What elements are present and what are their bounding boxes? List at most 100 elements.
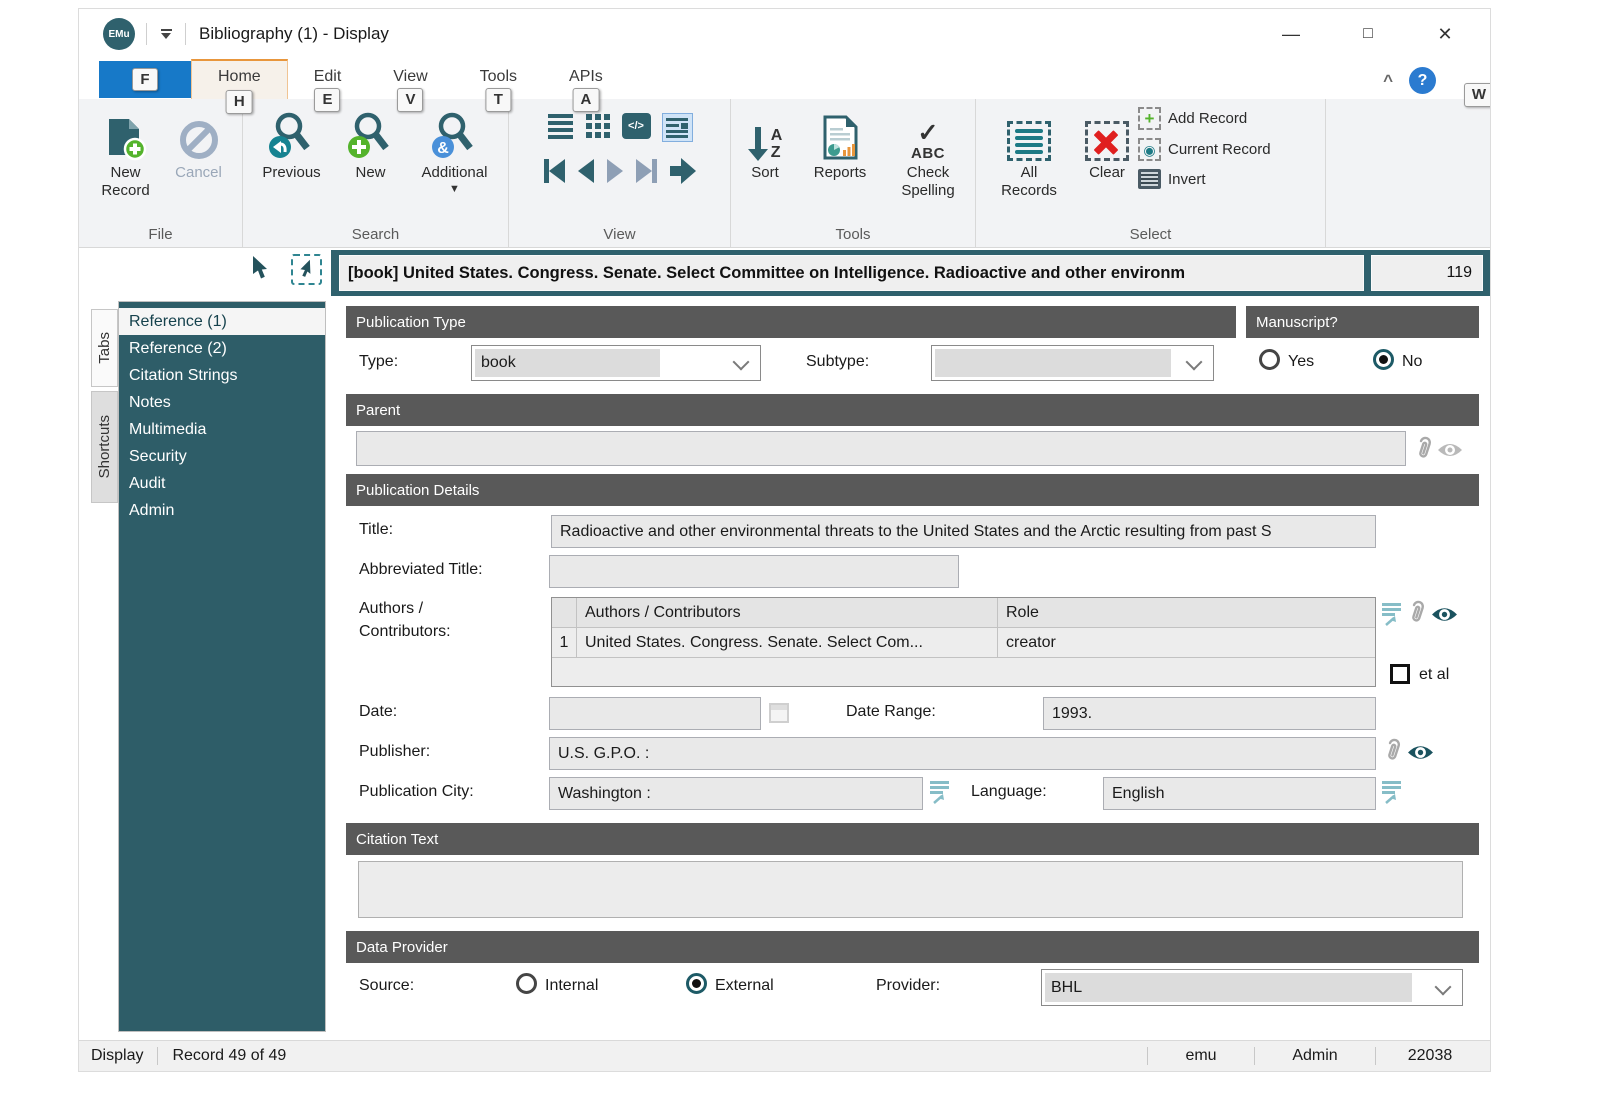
authors-table[interactable]: Authors / Contributors Role 1 United Sta… xyxy=(551,597,1376,687)
sidebar-item-security[interactable]: Security xyxy=(119,443,325,470)
tab-edit[interactable]: Edit E xyxy=(288,59,368,112)
sidebar-tab-tabs-label: Tabs xyxy=(96,332,113,364)
tab-file[interactable]: F xyxy=(99,61,191,98)
sidebar-item-multimedia[interactable]: Multimedia xyxy=(119,416,325,443)
previous-record-button[interactable] xyxy=(577,159,594,183)
role-cell: creator xyxy=(1006,633,1056,651)
sidebar-item-reference-2[interactable]: Reference (2) xyxy=(119,335,325,362)
publisher-view-icon[interactable] xyxy=(1407,743,1434,762)
city-fill-icon[interactable] xyxy=(929,779,951,805)
tab-tools-label: Tools xyxy=(479,68,518,85)
new-record-button[interactable]: New Record xyxy=(90,107,162,199)
previous-search-button[interactable]: Previous xyxy=(249,107,335,195)
collapse-ribbon-icon[interactable]: ^ xyxy=(1383,71,1393,91)
check-spelling-icon: ✓ ABC xyxy=(911,107,945,162)
tab-view[interactable]: View V xyxy=(367,59,453,112)
first-record-button[interactable] xyxy=(543,159,565,183)
sidebar-tab-shortcuts[interactable]: Shortcuts xyxy=(91,391,118,503)
keytip-tools: T xyxy=(485,88,511,112)
sidebar-item-audit[interactable]: Audit xyxy=(119,470,325,497)
date-input[interactable] xyxy=(549,697,761,730)
calendar-icon[interactable] xyxy=(769,703,789,723)
sidebar-tab-tabs[interactable]: Tabs xyxy=(91,309,118,387)
invert-label: Invert xyxy=(1168,170,1206,188)
additional-search-button[interactable]: & Additional ▼ xyxy=(407,107,503,195)
status-user: Admin xyxy=(1292,1047,1338,1064)
next-record-button[interactable] xyxy=(606,159,623,183)
cancel-button[interactable]: Cancel xyxy=(166,107,232,199)
tab-apis[interactable]: APIs A xyxy=(543,59,629,112)
publisher-attach-icon[interactable] xyxy=(1381,737,1403,764)
authors-table-empty-row[interactable] xyxy=(552,658,1375,686)
ribbon-spacer xyxy=(1326,99,1490,247)
authors-attach-icon[interactable] xyxy=(1405,599,1427,626)
group-label-file: File xyxy=(148,226,173,243)
tab-home[interactable]: Home H xyxy=(191,59,288,114)
source-internal-radio[interactable] xyxy=(516,973,537,994)
tab-tools[interactable]: Tools T xyxy=(454,59,543,112)
abbreviated-title-input[interactable] xyxy=(549,555,959,588)
title-bar: EMu Bibliography (1) - Display — □ ✕ xyxy=(79,9,1490,59)
title-input[interactable]: Radioactive and other environmental thre… xyxy=(551,515,1376,548)
minimize-button[interactable]: — xyxy=(1276,24,1306,45)
additional-search-label: Additional xyxy=(421,164,488,181)
check-spelling-button[interactable]: ✓ ABC Check Spelling xyxy=(884,107,972,199)
publication-city-input[interactable]: Washington : xyxy=(549,777,923,810)
last-record-button[interactable] xyxy=(635,159,657,183)
sidebar-item-reference-1[interactable]: Reference (1) xyxy=(119,308,325,335)
code-view-icon[interactable]: </> xyxy=(621,113,651,139)
select-all-records-button[interactable]: All Records xyxy=(992,107,1066,199)
date-range-input[interactable]: 1993. xyxy=(1043,697,1376,730)
parent-attach-icon[interactable] xyxy=(1412,435,1434,462)
chevron-down-icon xyxy=(1434,978,1452,996)
manuscript-no-radio[interactable] xyxy=(1373,349,1394,370)
publisher-input[interactable]: U.S. G.P.O. : xyxy=(549,737,1376,770)
clear-selection-button[interactable]: Clear xyxy=(1076,107,1138,199)
sidebar-item-citation-strings[interactable]: Citation Strings xyxy=(119,362,325,389)
et-al-checkbox[interactable] xyxy=(1390,664,1410,684)
list-view-icon[interactable] xyxy=(547,113,575,140)
sort-button[interactable]: A Z Sort xyxy=(734,107,796,199)
reports-button[interactable]: Reports xyxy=(800,107,880,199)
invert-selection-button[interactable]: Invert xyxy=(1138,169,1271,189)
authors-view-icon[interactable] xyxy=(1431,605,1458,624)
publication-details-header: Publication Details xyxy=(346,474,1479,506)
pointer-tool-icon[interactable] xyxy=(249,255,271,287)
manuscript-yes-radio[interactable] xyxy=(1259,349,1280,370)
authors-fill-icon[interactable] xyxy=(1381,601,1403,627)
current-record-icon: ◉ xyxy=(1138,138,1161,161)
grid-view-icon[interactable] xyxy=(586,113,611,138)
goto-record-button[interactable] xyxy=(669,158,696,184)
subtype-dropdown[interactable] xyxy=(931,345,1214,381)
select-current-record-button[interactable]: ◉ Current Record xyxy=(1138,138,1271,161)
help-icon[interactable]: ? xyxy=(1409,67,1436,94)
select-pointer-tool-icon[interactable] xyxy=(291,254,322,285)
authors-table-row[interactable]: 1 United States. Congress. Senate. Selec… xyxy=(552,628,1375,658)
provider-dropdown[interactable]: BHL xyxy=(1041,969,1463,1006)
new-search-button[interactable]: New xyxy=(339,107,403,195)
keytip-file: F xyxy=(132,67,158,92)
parent-input[interactable] xyxy=(356,431,1406,466)
language-input[interactable]: English xyxy=(1103,777,1376,810)
data-provider-header: Data Provider xyxy=(346,931,1479,963)
source-external-radio[interactable] xyxy=(686,973,707,994)
sidebar-item-notes[interactable]: Notes xyxy=(119,389,325,416)
additional-search-icon: & xyxy=(430,107,480,161)
add-record-to-selection-button[interactable]: + Add Record xyxy=(1138,107,1271,130)
sidebar-item-admin[interactable]: Admin xyxy=(119,497,325,524)
parent-view-icon[interactable] xyxy=(1437,441,1463,459)
sidebar-tab-shortcuts-label: Shortcuts xyxy=(96,415,113,479)
close-button[interactable]: ✕ xyxy=(1430,24,1460,45)
previous-search-label: Previous xyxy=(262,164,321,181)
language-fill-icon[interactable] xyxy=(1381,779,1403,805)
chevron-down-icon xyxy=(1185,353,1203,371)
status-mode: Display xyxy=(91,1047,144,1064)
type-dropdown[interactable]: book xyxy=(471,345,761,381)
window-title: Bibliography (1) - Display xyxy=(199,24,389,43)
maximize-button[interactable]: □ xyxy=(1353,25,1383,43)
et-al-label: et al xyxy=(1419,666,1450,683)
citation-text-area[interactable] xyxy=(358,861,1463,918)
add-record-icon: + xyxy=(1138,107,1161,130)
detail-view-icon[interactable] xyxy=(661,113,693,142)
quick-access-dropdown-icon[interactable] xyxy=(158,29,174,39)
